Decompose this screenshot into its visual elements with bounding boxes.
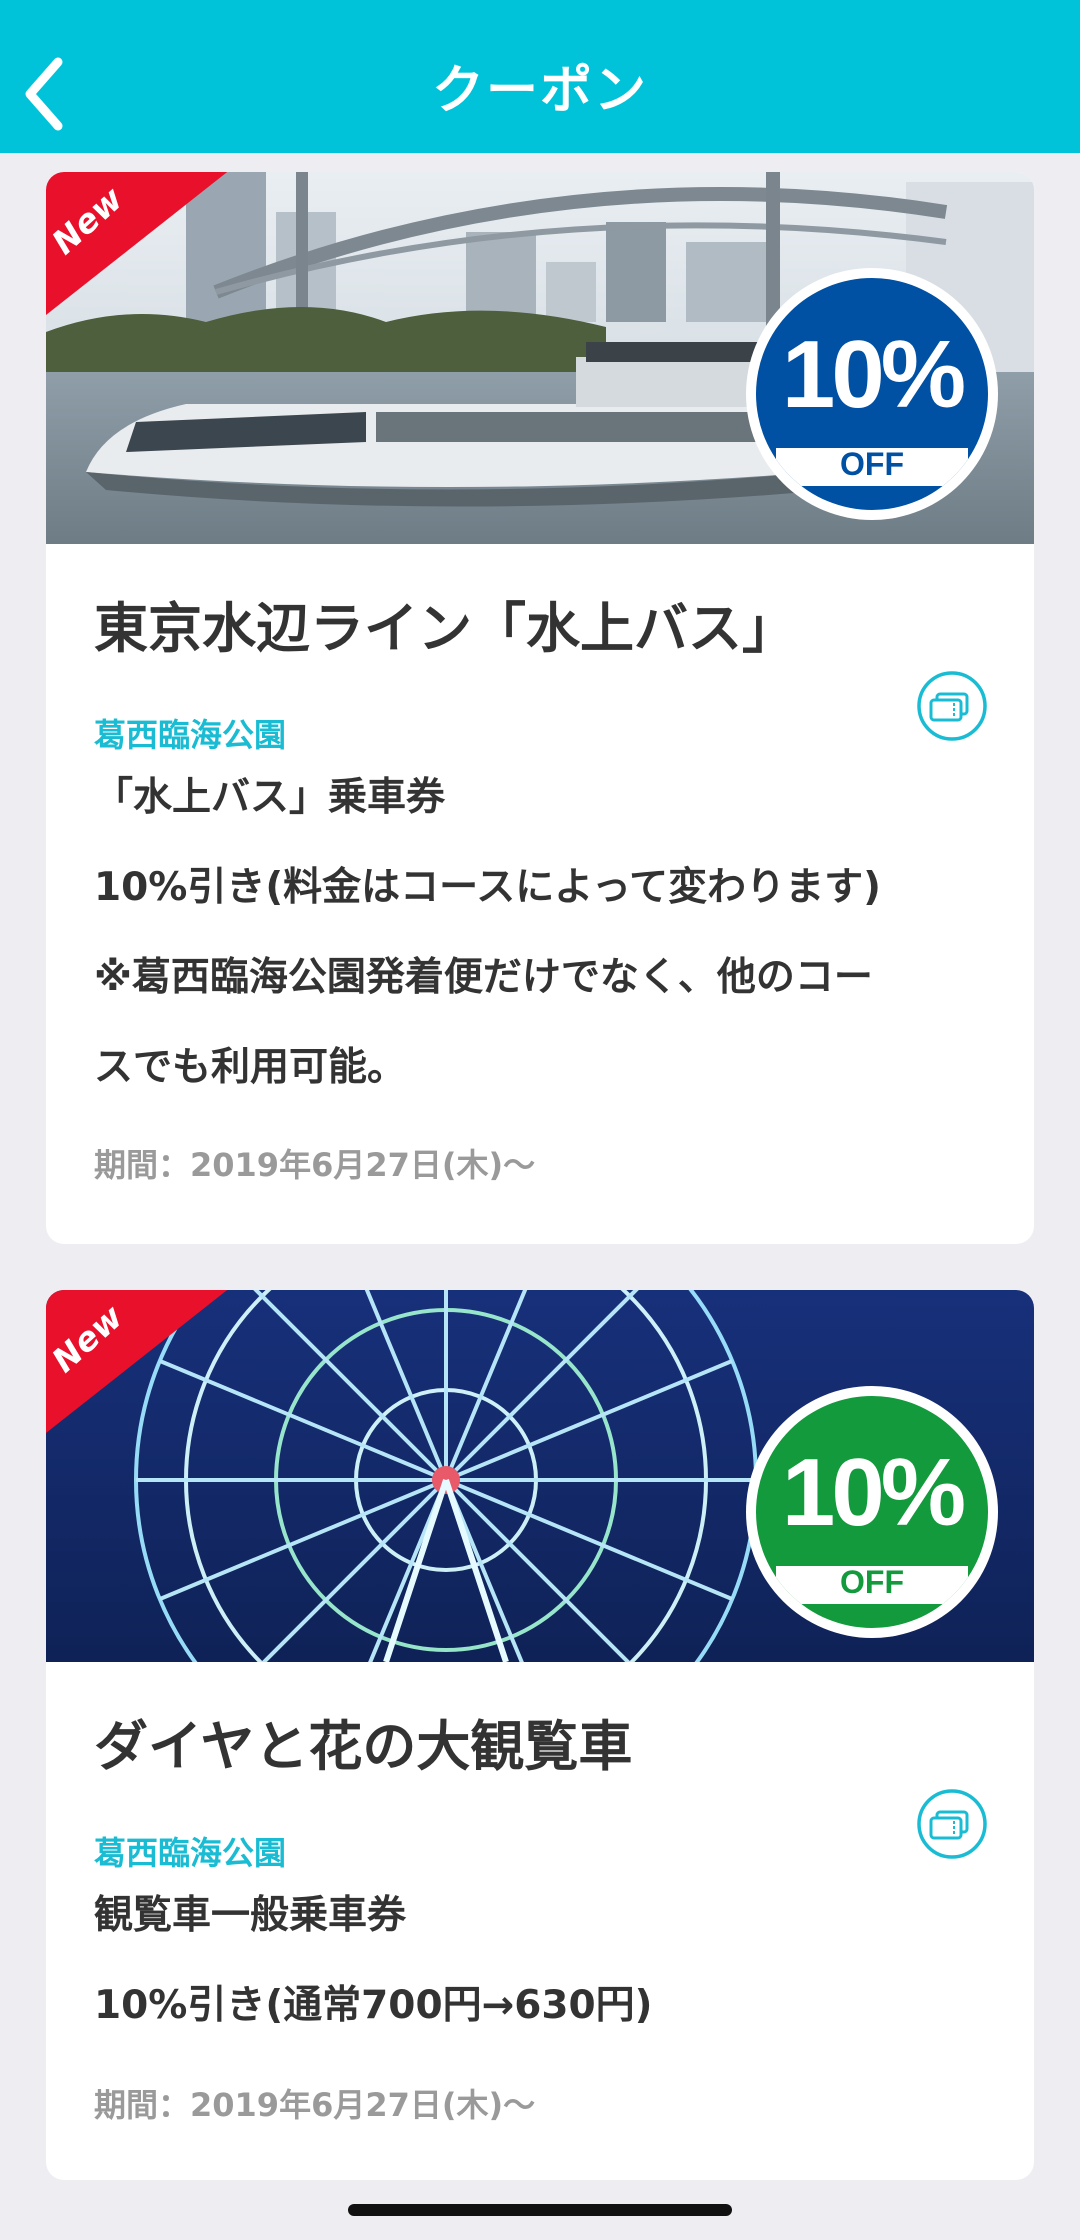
badge-percent: 10%	[781, 321, 966, 428]
new-ribbon: New	[46, 1290, 231, 1437]
coupon-title: 東京水辺ライン「水上バス」	[94, 597, 796, 660]
coupon-period: 期間：2019年6月27日(木)〜	[94, 2086, 536, 2124]
page-title: クーポン	[431, 61, 648, 121]
coupon-place: 葛西臨海公園	[94, 716, 287, 754]
badge-off-label: OFF	[840, 446, 904, 482]
coupon-period: 期間：2019年6月27日(木)〜	[94, 1146, 536, 1184]
ticket-icon[interactable]	[916, 670, 988, 742]
coupon-detail-line: 10%引き(通常700円→630円)	[94, 1983, 653, 2028]
badge-percent: 10%	[781, 1439, 966, 1546]
home-indicator[interactable]	[348, 2204, 732, 2216]
coupon-detail-line: 「水上バス」乗車券	[94, 775, 446, 820]
coupon-card[interactable]: New 10% OFF ダイヤと花の大観覧車 葛西臨海公園 観覧車一般乗車券 1…	[46, 1290, 1034, 2180]
coupon-detail-line: 観覧車一般乗車券	[94, 1893, 407, 1938]
new-ribbon: New	[46, 172, 231, 319]
app-header: クーポン	[0, 0, 1080, 153]
discount-badge: 10% OFF	[746, 1386, 998, 1638]
coupon-card[interactable]: New 10% OFF 東京水辺ライン「水上バス」 葛西臨海公園 「水上バス」乗…	[46, 172, 1034, 1244]
discount-badge: 10% OFF	[746, 268, 998, 520]
coupon-detail-line: スでも利用可能。	[94, 1045, 407, 1090]
coupon-place: 葛西臨海公園	[94, 1834, 287, 1872]
badge-off-label: OFF	[840, 1564, 904, 1600]
coupon-detail-line: ※葛西臨海公園発着便だけでなく、他のコー	[94, 955, 873, 1000]
coupon-detail-line: 10%引き(料金はコースによって変わります)	[94, 865, 881, 910]
coupon-title: ダイヤと花の大観覧車	[94, 1715, 633, 1778]
ticket-icon[interactable]	[916, 1788, 988, 1860]
